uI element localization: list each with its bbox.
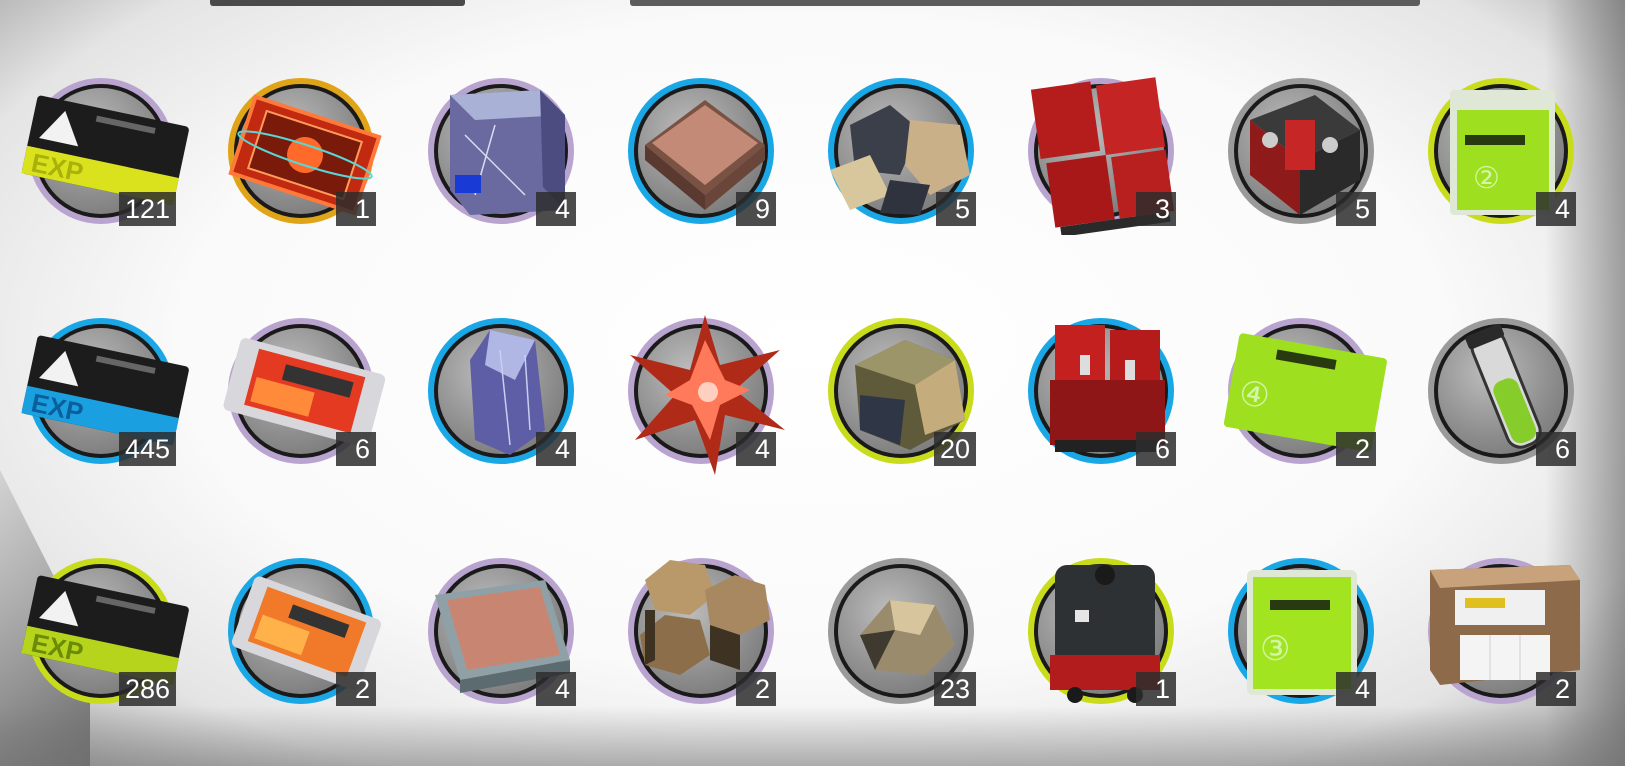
item-slot-green-pack-2[interactable]: ② 4 xyxy=(1420,70,1582,232)
item-slot-exp-card-blue[interactable]: EXP 445 xyxy=(20,310,189,472)
item-count: 4 xyxy=(536,672,576,706)
item-count: 4 xyxy=(536,432,576,466)
item-slot-gold-ore-chunk[interactable]: 20 xyxy=(820,310,982,472)
item-count: 1 xyxy=(1136,672,1176,706)
item-slot-ore-chunks[interactable]: 5 xyxy=(820,70,982,232)
item-slot-raw-ore[interactable]: 23 xyxy=(820,550,982,712)
item-slot-supply-box[interactable]: 2 xyxy=(1420,550,1582,712)
item-count: 3 xyxy=(1136,192,1176,226)
item-slot-copper-tray[interactable]: 4 xyxy=(420,550,582,712)
item-count: 6 xyxy=(1536,432,1576,466)
item-count: 286 xyxy=(118,672,176,706)
item-slot-green-pack-4[interactable]: ④ 2 xyxy=(1220,310,1387,472)
item-count: 5 xyxy=(1336,192,1376,226)
item-slot-exp-card-yellow[interactable]: EXP 121 xyxy=(20,70,189,232)
item-count: 1 xyxy=(336,192,376,226)
svg-text:②: ② xyxy=(1473,162,1500,195)
item-slot-red-twin-device[interactable]: 6 xyxy=(1020,310,1182,472)
item-slot-red-snack-pack[interactable]: 6 xyxy=(220,310,386,472)
item-count: 4 xyxy=(536,192,576,226)
item-count: 4 xyxy=(1336,672,1376,706)
item-slot-exp-card-green[interactable]: EXP 286 xyxy=(20,550,189,712)
top-edge-decoration-right xyxy=(630,0,1420,6)
item-count: 6 xyxy=(336,432,376,466)
item-count: 121 xyxy=(118,192,176,226)
item-count: 2 xyxy=(1336,432,1376,466)
item-count: 4 xyxy=(1536,192,1576,226)
item-slot-hex-blocks[interactable]: 2 xyxy=(620,550,782,712)
item-slot-purple-crystal-shard[interactable]: 4 xyxy=(420,310,582,472)
item-count: 5 xyxy=(936,192,976,226)
item-slot-green-pack-3[interactable]: ③ 4 xyxy=(1220,550,1382,712)
item-slot-purple-crystal-cube[interactable]: 4 xyxy=(420,70,582,232)
item-count: 4 xyxy=(736,432,776,466)
item-count: 9 xyxy=(736,192,776,226)
reward-items-grid: EXP 121 1 4 9 5 3 5 ② 4 EXP 445 6 4 4 20… xyxy=(20,70,1610,750)
item-slot-copper-plate[interactable]: 9 xyxy=(620,70,782,232)
svg-text:④: ④ xyxy=(1236,374,1273,417)
item-slot-orange-snack-pack[interactable]: 2 xyxy=(220,550,382,712)
item-count: 2 xyxy=(336,672,376,706)
item-count: 2 xyxy=(736,672,776,706)
svg-text:③: ③ xyxy=(1260,630,1290,668)
item-slot-red-device-cluster[interactable]: 3 xyxy=(1020,70,1182,235)
item-count: 445 xyxy=(118,432,176,466)
item-count: 23 xyxy=(933,672,976,706)
item-slot-red-valve-device[interactable]: 5 xyxy=(1220,70,1382,232)
item-slot-red-crystal-star[interactable]: 4 xyxy=(620,310,785,475)
item-count: 2 xyxy=(1536,672,1576,706)
top-edge-decoration-left xyxy=(210,0,465,6)
item-count: 20 xyxy=(933,432,976,466)
item-slot-green-vial[interactable]: 6 xyxy=(1420,310,1582,472)
item-slot-red-circuit-frame[interactable]: 1 xyxy=(220,70,382,232)
item-slot-black-red-device[interactable]: 1 xyxy=(1020,550,1182,712)
item-count: 6 xyxy=(1136,432,1176,466)
